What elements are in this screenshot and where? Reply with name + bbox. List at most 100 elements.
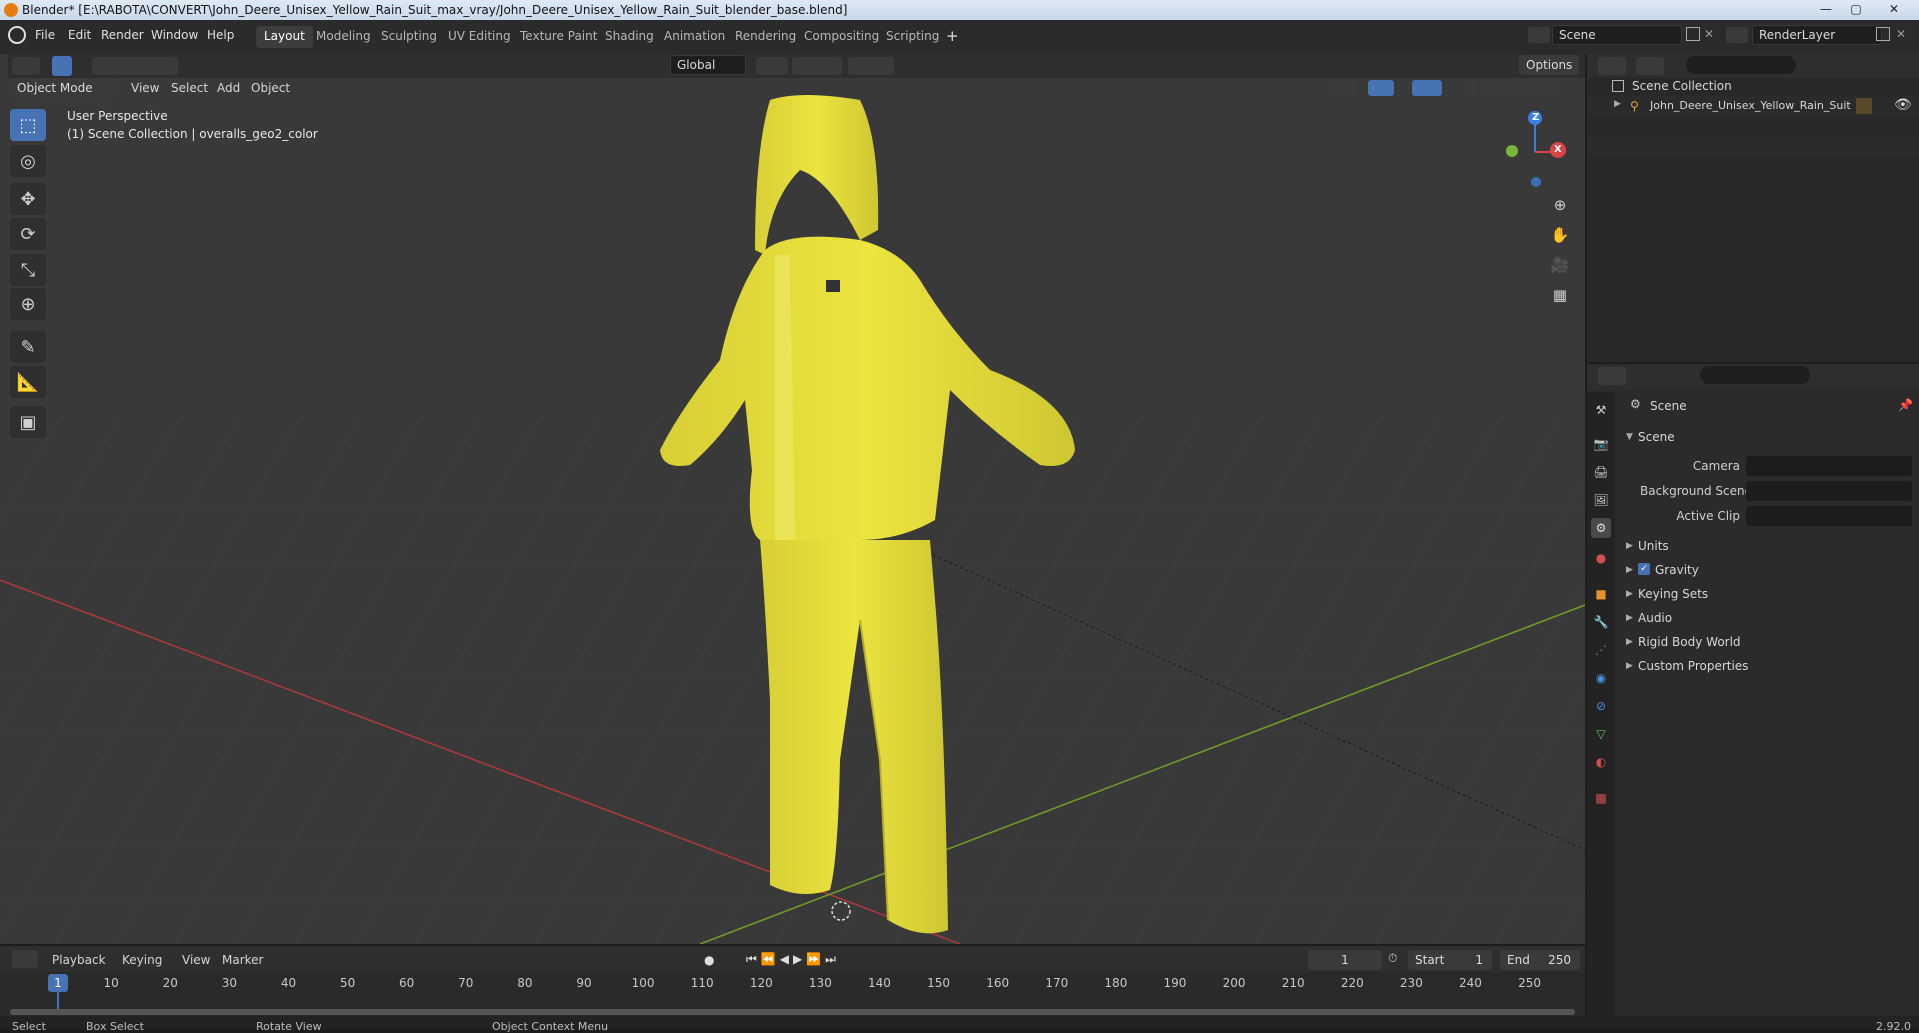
viewport-menu-view[interactable]: View [131,81,159,95]
section-expand-arrow-icon[interactable]: ▼ [1626,432,1633,442]
gizmo-toggle-icon[interactable] [1368,80,1394,96]
world-tab-icon[interactable]: ● [1591,548,1611,568]
snap-icon[interactable] [792,57,842,75]
annotate-tool[interactable]: ✎ [10,331,46,363]
scene-section-header[interactable]: Scene [1638,430,1675,444]
audio-expand-icon[interactable]: ▶ [1626,613,1633,623]
options-dropdown[interactable]: Options [1519,55,1579,75]
material-tab-icon[interactable]: ◐ [1591,752,1611,772]
timeline-editor-type-icon[interactable] [12,950,38,968]
menu-window[interactable]: Window [151,28,198,42]
menu-help[interactable]: Help [207,28,234,42]
tab-modeling[interactable]: Modeling [308,26,379,48]
tool-tab-icon[interactable]: ⚒ [1591,400,1611,420]
delete-view-layer-icon[interactable]: ✕ [1896,27,1906,41]
panel-audio[interactable]: Audio [1638,611,1672,625]
xray-toggle-icon[interactable] [1462,80,1476,96]
visibility-icon[interactable] [1330,80,1356,96]
add-workspace-button[interactable]: + [946,27,959,45]
panel-custom-properties[interactable]: Custom Properties [1638,659,1748,673]
timeline-menu-marker[interactable]: Marker [222,953,263,967]
add-cube-tool[interactable]: ▣ [10,406,46,438]
render-tab-icon[interactable]: 📷 [1591,434,1611,454]
renderlayer-field[interactable]: RenderLayer [1752,25,1882,45]
properties-search-input[interactable] [1700,366,1810,384]
current-frame-field[interactable]: 1 [1308,950,1382,970]
pan-hand-icon[interactable]: ✋ [1547,222,1573,248]
outliner-root-label[interactable]: Scene Collection [1632,79,1732,93]
tab-animation[interactable]: Animation [656,26,733,48]
panel-units[interactable]: Units [1638,539,1669,553]
modifier-tab-icon[interactable]: 🔧 [1591,612,1611,632]
outliner-editor-type-icon[interactable] [1598,57,1626,75]
start-frame-field[interactable]: Start 1 [1408,950,1492,970]
ortho-grid-icon[interactable]: ▦ [1547,282,1573,308]
tab-uv-editing[interactable]: UV Editing [440,26,519,48]
rigid-body-expand-icon[interactable]: ▶ [1626,637,1633,647]
clock-icon[interactable]: ⏱ [1388,951,1397,966]
outliner-item-label[interactable]: John_Deere_Unisex_Yellow_Rain_Suit [1650,99,1851,112]
panel-rigid-body-world[interactable]: Rigid Body World [1638,635,1741,649]
zoom-icon[interactable]: ⊕ [1547,192,1573,218]
tab-compositing[interactable]: Compositing [796,26,887,48]
close-button[interactable]: ✕ [1872,1,1916,18]
custom-props-expand-icon[interactable]: ▶ [1626,661,1633,671]
transform-orientation-dropdown[interactable]: Global [670,55,746,75]
shading-mode-buttons[interactable] [1482,80,1562,96]
move-tool[interactable]: ✥ [10,183,46,215]
measure-tool[interactable]: 📐 [10,366,46,398]
new-scene-icon[interactable] [1686,27,1700,41]
pivot-point-icon[interactable] [756,57,788,75]
3d-viewport[interactable] [0,54,1585,944]
end-frame-field[interactable]: End 250 [1500,950,1580,970]
scene-tab-icon[interactable]: ⚙ [1591,518,1611,538]
tab-shading[interactable]: Shading [597,26,662,48]
view-layer-icon[interactable] [1726,27,1748,43]
expand-arrow-icon[interactable]: ▶ [1614,99,1621,109]
playback-controls[interactable]: ⏮⏪◀▶⏩⏭ [746,952,840,967]
scene-selector-icon[interactable] [1528,27,1550,43]
viewport-menu-select[interactable]: Select [171,81,208,95]
pin-icon[interactable]: 📌 [1898,398,1913,412]
gravity-checkbox[interactable]: ✓ [1638,563,1650,575]
select-tool-icon[interactable] [52,56,72,76]
selection-mode-buttons[interactable] [92,57,178,75]
particles-tab-icon[interactable]: ⋰ [1591,640,1611,660]
timeline-menu-keying[interactable]: Keying [122,953,162,967]
select-box-tool[interactable]: ⬚ [10,109,46,141]
tab-layout[interactable]: Layout [256,26,313,48]
panel-keying-sets[interactable]: Keying Sets [1638,587,1708,601]
menu-edit[interactable]: Edit [68,28,91,42]
proportional-edit-icon[interactable] [848,57,894,75]
view-layer-tab-icon[interactable]: 🖼 [1591,490,1611,510]
transform-tool[interactable]: ⊕ [10,288,46,320]
menu-file[interactable]: File [35,28,55,42]
timeline-menu-view[interactable]: View [182,953,210,967]
eye-visibility-icon[interactable]: 👁 [1894,97,1912,113]
editor-type-icon[interactable] [12,57,40,75]
record-icon[interactable]: ● [704,953,714,967]
maximize-button[interactable]: ▢ [1842,1,1870,18]
camera-view-icon[interactable]: 🎥 [1547,252,1573,278]
scene-field[interactable]: Scene [1552,25,1682,45]
active-clip-field[interactable] [1746,506,1912,526]
cursor-tool[interactable]: ◎ [10,145,46,177]
viewport-menu-add[interactable]: Add [217,81,240,95]
new-view-layer-icon[interactable] [1876,27,1890,41]
units-expand-icon[interactable]: ▶ [1626,541,1633,551]
minimize-button[interactable]: — [1812,1,1840,18]
constraints-tab-icon[interactable]: ⊘ [1591,696,1611,716]
object-mode-dropdown[interactable]: Object Mode [10,78,118,98]
delete-scene-icon[interactable]: ✕ [1704,27,1714,41]
blender-menu-icon[interactable] [8,26,26,44]
physics-tab-icon[interactable]: ◉ [1591,668,1611,688]
scale-tool[interactable]: ⤡ [10,254,46,286]
rotate-tool[interactable]: ⟳ [10,218,46,250]
tab-scripting[interactable]: Scripting [878,26,947,48]
display-mode-icon[interactable] [1636,57,1664,75]
camera-field[interactable] [1746,456,1912,476]
panel-gravity[interactable]: Gravity [1655,563,1699,577]
outliner-search-input[interactable] [1686,56,1796,74]
viewport-menu-object[interactable]: Object [251,81,290,95]
object-tab-icon[interactable]: ■ [1591,584,1611,604]
